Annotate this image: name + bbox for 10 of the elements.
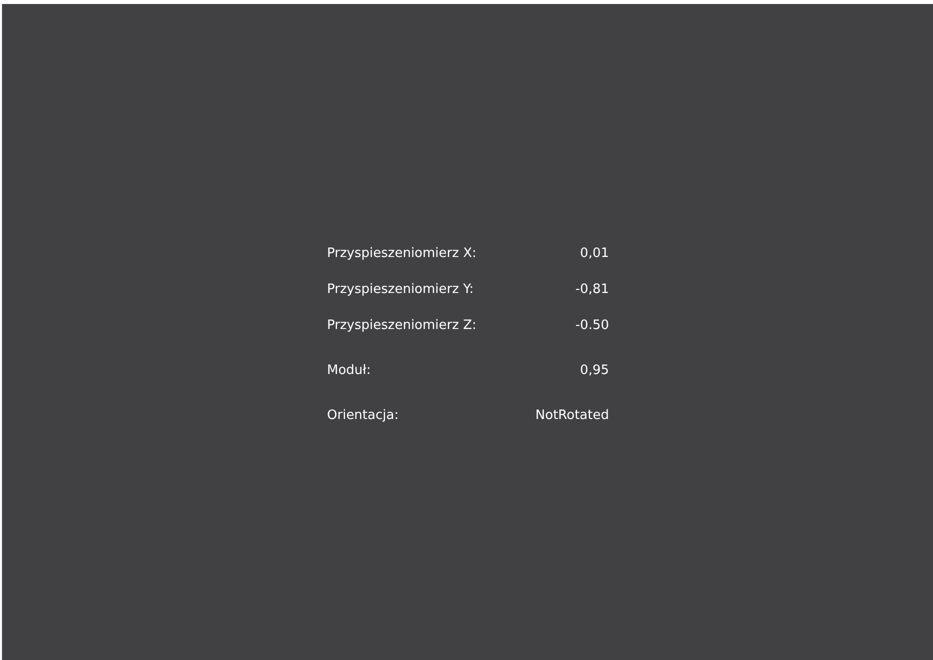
reading-label: Przyspieszeniomierz X: bbox=[327, 246, 476, 260]
reading-value: 0,01 bbox=[580, 246, 609, 260]
reading-value: -0,81 bbox=[575, 282, 609, 296]
reading-value: -0.50 bbox=[575, 318, 609, 332]
reading-label: Przyspieszeniomierz Z: bbox=[327, 318, 476, 332]
reading-label: Przyspieszeniomierz Y: bbox=[327, 282, 474, 296]
reading-label: Orientacja: bbox=[327, 408, 399, 422]
reading-value: NotRotated bbox=[535, 408, 609, 422]
reading-value: 0,95 bbox=[580, 362, 609, 378]
reading-label: Moduł: bbox=[327, 362, 371, 378]
